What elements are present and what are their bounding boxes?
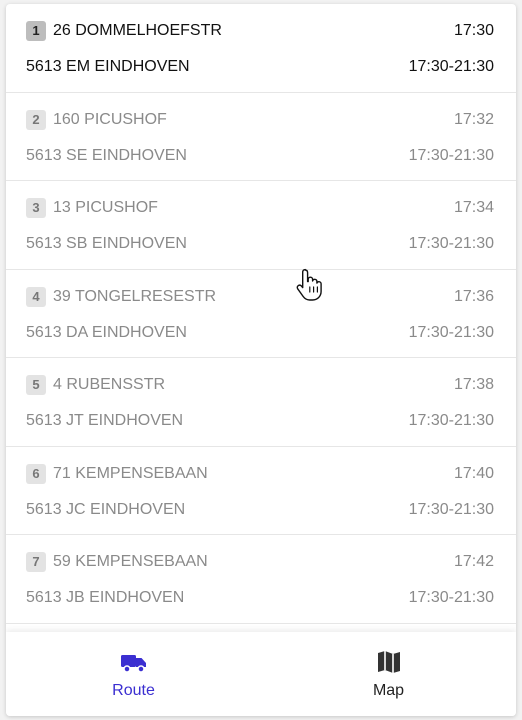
route-app: 1 26 DOMMELHOEFSTR 17:30 5613 EM EINDHOV… [6, 4, 516, 716]
nav-tab-map-label: Map [372, 682, 405, 699]
map-icon [377, 651, 400, 673]
stop-number-badge: 6 [26, 463, 46, 484]
stop-number-badge: 7 [26, 552, 46, 572]
stop-number-badge: 2 [26, 109, 46, 130]
stop-item[interactable]: 6 71 KEMPENSEBAAN 17:40 5613 JC EINDHOVE… [6, 447, 516, 535]
stop-street: 39 TONGELRESESTR [53, 287, 217, 305]
stop-street: 26 DOMMELHOEFSTR [53, 22, 222, 39]
bottom-navigation: Route Map [6, 632, 516, 716]
stop-number-badge: 5 [26, 375, 46, 395]
stop-time-window: 17:30-21:30 [408, 323, 494, 341]
stop-item[interactable]: 7 59 KEMPENSEBAAN 17:42 5613 JB EINDHOVE… [6, 535, 516, 624]
stop-street: 4 RUBENSSTR [53, 376, 166, 393]
stop-time-window: 17:30-21:30 [408, 412, 494, 429]
stop-time-window: 17:30-21:30 [408, 589, 494, 606]
truck-icon [120, 655, 146, 673]
stop-eta: 17:32 [453, 110, 494, 128]
stop-city: 5613 JB EINDHOVEN [26, 589, 185, 606]
stop-item[interactable]: 2 160 PICUSHOF 17:32 5613 SE EINDHOVEN 1… [6, 93, 516, 181]
stop-item[interactable]: 3 13 PICUSHOF 17:34 5613 SB EINDHOVEN 17… [6, 181, 516, 270]
stop-eta: 17:34 [453, 199, 494, 216]
hand-cursor-icon [296, 268, 322, 301]
stop-eta: 17:40 [453, 464, 494, 482]
stop-eta: 17:36 [453, 287, 494, 305]
stop-city: 5613 DA EINDHOVEN [26, 323, 187, 341]
stop-eta: 17:42 [453, 553, 494, 570]
stop-street: 13 PICUSHOF [53, 199, 158, 216]
stop-street: 71 KEMPENSEBAAN [53, 464, 208, 482]
stop-city: 5613 SE EINDHOVEN [26, 146, 187, 164]
stop-item[interactable]: 5 4 RUBENSSTR 17:38 5613 JT EINDHOVEN 17… [6, 358, 516, 447]
stop-time-window: 17:30-21:30 [408, 235, 494, 252]
stop-street: 59 KEMPENSEBAAN [53, 553, 208, 570]
stop-eta: 17:38 [453, 376, 494, 393]
stop-number-badge: 3 [26, 198, 46, 218]
stop-city: 5613 EM EINDHOVEN [26, 58, 190, 75]
stop-item[interactable]: 1 26 DOMMELHOEFSTR 17:30 5613 EM EINDHOV… [6, 4, 516, 93]
stop-list: 1 26 DOMMELHOEFSTR 17:30 5613 EM EINDHOV… [6, 4, 516, 632]
stop-time-window: 17:30-21:30 [408, 58, 494, 75]
stop-street: 160 PICUSHOF [53, 110, 167, 128]
nav-tab-route-label: Route [112, 682, 155, 699]
nav-tab-route[interactable]: Route [6, 632, 261, 716]
stop-city: 5613 JT EINDHOVEN [26, 412, 184, 429]
stop-time-window: 17:30-21:30 [408, 500, 494, 518]
stop-time-window: 17:30-21:30 [408, 146, 494, 164]
stop-number-badge: 4 [26, 286, 46, 307]
stop-eta: 17:30 [453, 22, 494, 39]
stop-city: 5613 SB EINDHOVEN [26, 235, 187, 252]
nav-tab-map[interactable]: Map [261, 632, 516, 716]
stop-number-badge: 1 [26, 21, 46, 41]
stop-city: 5613 JC EINDHOVEN [26, 500, 186, 518]
stop-item[interactable]: 4 39 TONGELRESESTR 17:36 5613 DA EINDHOV… [6, 270, 516, 358]
